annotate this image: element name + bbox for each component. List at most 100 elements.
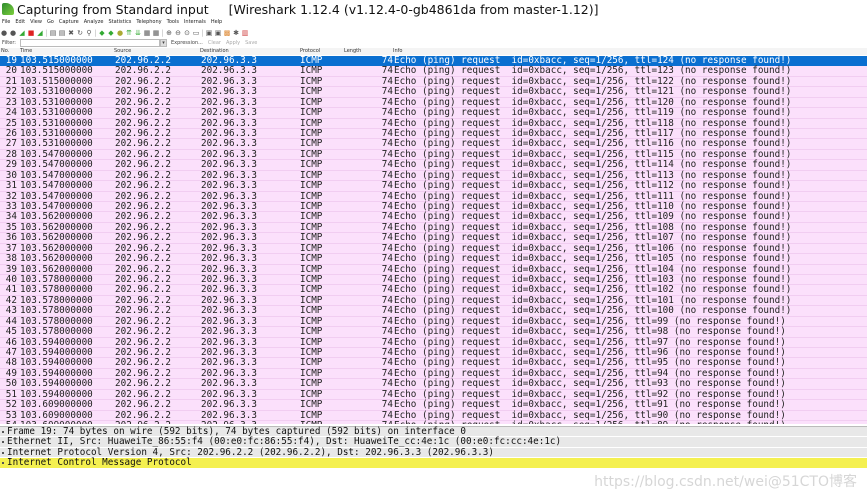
packet-no: 41 xyxy=(5,284,17,296)
packet-dst: 202.96.3.3 xyxy=(201,86,257,98)
packet-proto: ICMP xyxy=(300,65,323,77)
colorize-icon[interactable]: ▦ xyxy=(143,29,151,37)
interface-list-icon[interactable]: ● xyxy=(0,29,8,37)
coloring-rules-icon[interactable]: ▩ xyxy=(223,29,231,37)
filter-input[interactable] xyxy=(19,39,160,47)
packet-len: 74 xyxy=(381,159,393,171)
packet-dst: 202.96.3.3 xyxy=(201,107,257,119)
packet-info: Echo (ping) request id=0xbacc, seq=1/256… xyxy=(394,86,792,98)
packet-proto: ICMP xyxy=(300,180,323,192)
filter-dropdown-icon[interactable]: ▾ xyxy=(159,39,167,47)
packet-time: 103.578000000 xyxy=(20,326,93,338)
menu-analyze[interactable]: Analyze xyxy=(84,19,104,27)
column-source[interactable]: Source xyxy=(114,48,131,54)
packet-src: 202.96.2.2 xyxy=(115,107,171,119)
packet-time: 103.547000000 xyxy=(20,180,93,192)
packet-row[interactable]: 54103.609000000 202.96.2.2 202.96.3.3 ICMP 7… xyxy=(0,421,867,424)
zoom-out-icon[interactable]: ⊖ xyxy=(174,29,182,37)
packet-len: 74 xyxy=(381,357,393,369)
capture-title: Capturing from Standard input xyxy=(17,1,209,17)
packet-src: 202.96.2.2 xyxy=(115,421,171,424)
bottom-icon[interactable]: ⇊ xyxy=(134,29,142,37)
clear-button[interactable]: Clear xyxy=(208,40,221,46)
display-filters-icon[interactable]: ▣ xyxy=(214,29,222,37)
menu-capture[interactable]: Capture xyxy=(59,19,79,27)
options-icon[interactable]: ● xyxy=(9,29,17,37)
apply-button[interactable]: Apply xyxy=(226,40,240,46)
preferences-icon[interactable]: ✱ xyxy=(232,29,240,37)
packet-time: 103.578000000 xyxy=(20,284,93,296)
help-icon[interactable]: ▥ xyxy=(241,29,249,37)
packet-no: 27 xyxy=(5,138,17,150)
packet-src: 202.96.2.2 xyxy=(115,86,171,98)
packet-list[interactable]: 19 103.515000000 202.96.2.2 202.96.3.3 ICMP 7… xyxy=(0,56,867,424)
menu-view[interactable]: View xyxy=(30,19,42,27)
open-icon[interactable]: ▤ xyxy=(49,29,57,37)
capture-filters-icon[interactable]: ▣ xyxy=(205,29,213,37)
column-protocol[interactable]: Protocol xyxy=(300,48,320,54)
column-no[interactable]: No. xyxy=(1,48,9,54)
menu-help[interactable]: Help xyxy=(211,19,222,27)
column-time[interactable]: Time xyxy=(20,48,32,54)
menu-telephony[interactable]: Telephony xyxy=(136,19,161,27)
column-info[interactable]: Info xyxy=(393,48,402,54)
packet-row[interactable]: 24 103.531000000 202.96.2.2 202.96.3.3 ICMP 7… xyxy=(0,107,867,119)
column-destination[interactable]: Destination xyxy=(200,48,229,54)
packet-dst: 202.96.3.3 xyxy=(201,399,257,411)
reload-icon[interactable]: ↻ xyxy=(76,29,84,37)
stop-icon[interactable]: ■ xyxy=(27,29,35,37)
packet-time: 103.609000000 xyxy=(20,421,93,424)
zoom-in-icon[interactable]: ⊕ xyxy=(165,29,173,37)
goto-icon[interactable]: ● xyxy=(116,29,124,37)
packet-no: 50 xyxy=(5,378,17,390)
restart-icon[interactable]: ◢ xyxy=(36,29,44,37)
expression-button[interactable]: Expression... xyxy=(171,40,203,46)
packet-info: Echo (ping) request id=0xbacc, seq=1/256… xyxy=(394,138,792,150)
menu-file[interactable]: File xyxy=(2,19,10,27)
resize-columns-icon[interactable]: ▭ xyxy=(192,29,200,37)
packet-src: 202.96.2.2 xyxy=(115,211,171,223)
packet-dst: 202.96.3.3 xyxy=(201,284,257,296)
menu-go[interactable]: Go xyxy=(47,19,54,27)
column-length[interactable]: Length xyxy=(344,48,361,54)
packet-dst: 202.96.3.3 xyxy=(201,326,257,338)
start-icon[interactable]: ◢ xyxy=(18,29,26,37)
save-button[interactable]: Save xyxy=(245,40,257,46)
menu-edit[interactable]: Edit xyxy=(15,19,25,27)
window-title-bar: Capturing from Standard input [Wireshark… xyxy=(0,0,867,18)
packet-time: 103.562000000 xyxy=(20,253,93,265)
close-icon[interactable]: ✖ xyxy=(67,29,75,37)
detail-tree-item[interactable]: Internet Control Message Protocol xyxy=(0,457,867,469)
menu-statistics[interactable]: Statistics xyxy=(108,19,131,27)
menu-internals[interactable]: Internals xyxy=(184,19,206,27)
watermark: https://blog.csdn.net/wei@51CTO博客 xyxy=(594,474,857,490)
packet-dst: 202.96.3.3 xyxy=(201,159,257,171)
packet-row[interactable]: 31 103.547000000 202.96.2.2 202.96.3.3 ICMP 7… xyxy=(0,180,867,192)
find-icon[interactable]: ⚲ xyxy=(85,29,93,37)
packet-no: 31 xyxy=(5,180,17,192)
packet-dst: 202.96.3.3 xyxy=(201,138,257,150)
forward-icon[interactable]: ◆ xyxy=(107,29,115,37)
packet-time: 103.531000000 xyxy=(20,86,93,98)
packet-len: 74 xyxy=(381,399,393,411)
packet-proto: ICMP xyxy=(300,421,322,424)
packet-info: Echo (ping) request id=0xbacc, seq=1/256… xyxy=(394,357,786,369)
save-icon[interactable]: ▤ xyxy=(58,29,66,37)
back-icon[interactable]: ◆ xyxy=(98,29,106,37)
autoscroll-icon[interactable]: ▦ xyxy=(152,29,160,37)
packet-info: Echo (ping) request id=0xbacc, seq=1/256… xyxy=(394,180,792,192)
top-icon[interactable]: ⇈ xyxy=(125,29,133,37)
packet-len: 74 xyxy=(381,284,393,296)
zoom-normal-icon[interactable]: ⊙ xyxy=(183,29,191,37)
packet-src: 202.96.2.2 xyxy=(115,253,171,265)
packet-info: Echo (ping) request id=0xbacc, seq=1/256… xyxy=(394,378,786,390)
menu-tools[interactable]: Tools xyxy=(167,19,179,27)
toolbar-separator: | xyxy=(161,29,164,37)
packet-len: 74 xyxy=(381,253,393,265)
packet-row[interactable]: 38 103.562000000 202.96.2.2 202.96.3.3 ICMP 7… xyxy=(0,253,867,265)
packet-time: 103.531000000 xyxy=(20,138,93,150)
packet-len: 74 xyxy=(381,326,393,338)
packet-no: 38 xyxy=(5,253,17,265)
packet-no: 54 xyxy=(6,421,17,424)
packet-info: Echo (ping) request id=0xbacc, seq=1/256… xyxy=(394,107,792,119)
